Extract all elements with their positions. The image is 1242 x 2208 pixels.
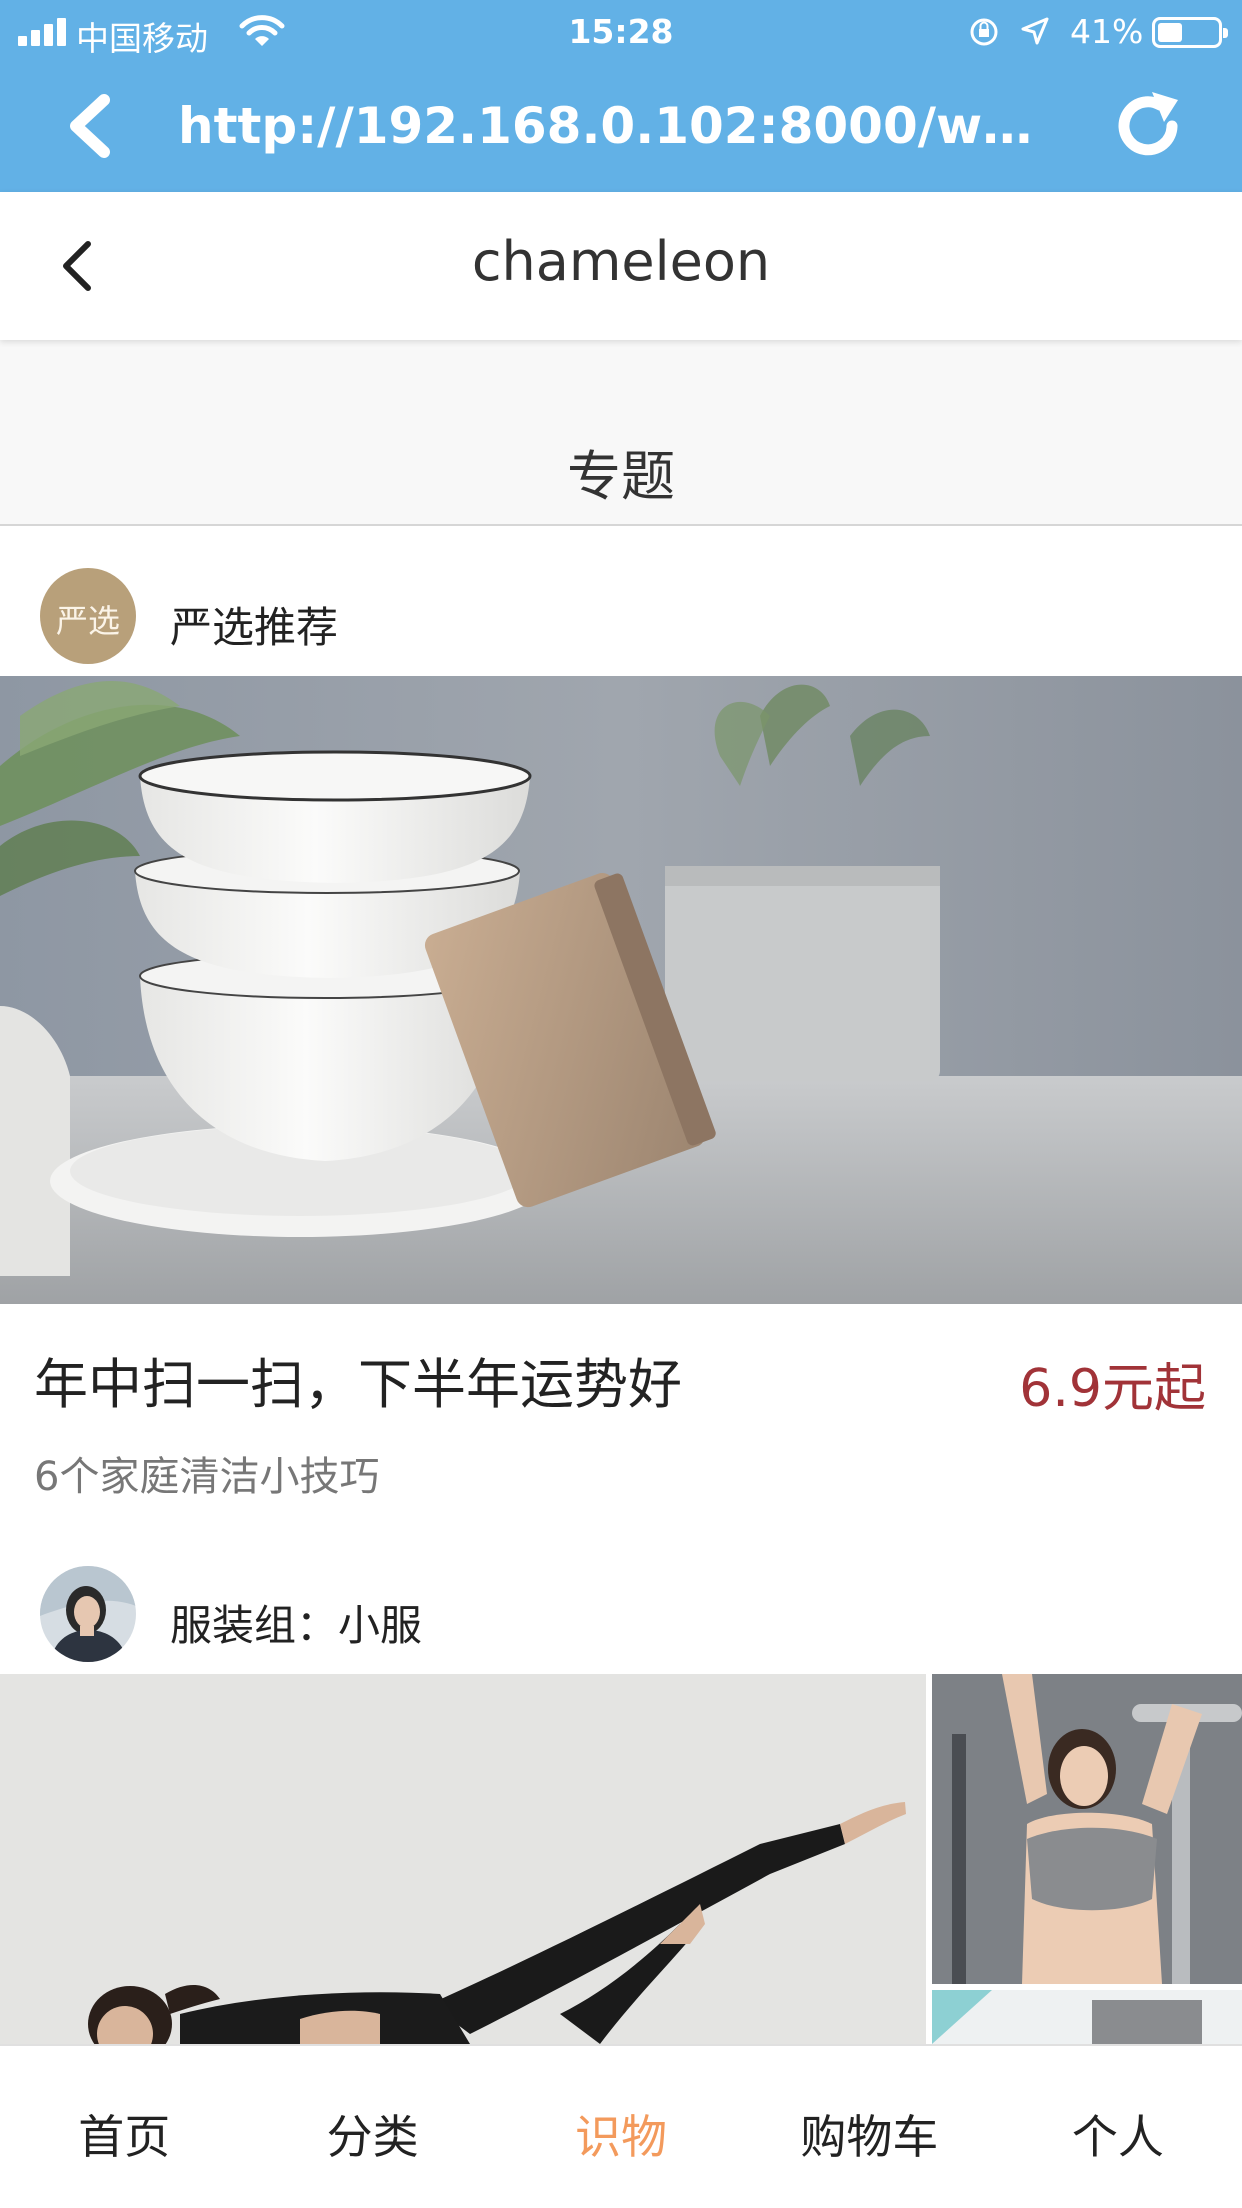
author-name: 严选推荐 [170,603,339,652]
tab-home[interactable]: 首页 [0,2046,248,2208]
location-arrow-icon [1021,17,1049,45]
leggings-photo [932,1990,1242,2044]
avatar-logo-text: 严选 [55,602,120,640]
status-bar: 中国移动 15:28 41% [0,0,1242,64]
tab-discover[interactable]: 识物 [497,2046,745,2208]
article-title[interactable]: 年中扫一扫，下半年运势好 [34,1340,682,1419]
soap-bowls-photo [0,676,1242,1304]
tab-cart[interactable]: 购物车 [745,2046,993,2208]
yoga-pose-photo [0,1674,926,2044]
url-text[interactable]: http://192.168.0.102:8000/weex/c... [178,94,1058,158]
card-author-row[interactable]: 服装组：小服 [0,1566,1242,1666]
browser-top-bar: 中国移动 15:28 41% http://192.168.0.102:8000… [0,0,1242,192]
section-header: 专题 [0,340,1242,526]
fashion-side-image-2[interactable] [932,1990,1242,2044]
browser-back-icon[interactable] [62,94,122,158]
battery-icon [1152,17,1228,48]
fashion-side-image-1[interactable] [932,1674,1242,1984]
avatar-photo [40,1566,136,1662]
article-subtitle: 6个家庭清洁小技巧 [34,1454,380,1500]
reload-icon[interactable] [1108,86,1188,166]
card-author-row[interactable]: 严选 严选推荐 [0,568,1242,668]
bottom-tab-bar: 首页 分类 识物 购物车 个人 [0,2044,1242,2208]
status-time: 15:28 [568,12,674,51]
article-cover-image[interactable] [0,676,1242,1304]
avatar [40,1566,136,1662]
section-title: 专题 [567,445,675,508]
tab-category[interactable]: 分类 [248,2046,496,2208]
avatar: 严选 [40,568,136,664]
fashion-main-image[interactable] [0,1674,926,2044]
app-nav-bar: chameleon [0,192,1242,340]
author-name: 服装组：小服 [170,1601,423,1650]
page-title: chameleon [471,230,771,293]
tab-profile[interactable]: 个人 [994,2046,1242,2208]
url-bar: http://192.168.0.102:8000/weex/c... [0,64,1242,192]
rotation-lock-icon [970,18,998,46]
gym-sports-bra-photo [932,1674,1242,1984]
battery-percent: 41% [1070,12,1144,51]
article-price: 6.9元起 [1019,1359,1206,1419]
